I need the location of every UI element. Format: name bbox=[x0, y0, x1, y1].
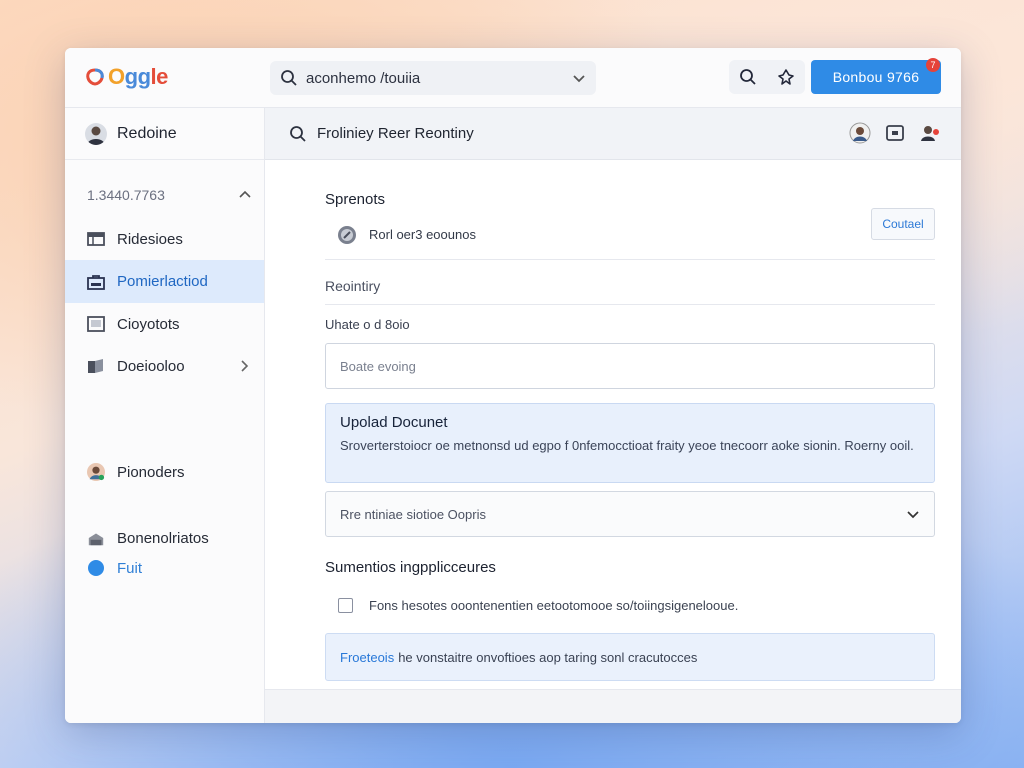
sidebar-item-label: Doeiooloo bbox=[117, 357, 185, 375]
content-area: Sprenots Rorl oer3 eoounos Coutael Reoin… bbox=[265, 191, 961, 681]
checkbox-label: Fons hesotes ooontenentien eetootomooe s… bbox=[369, 598, 739, 613]
chevron-right-icon[interactable] bbox=[238, 359, 250, 373]
logo-mark-icon bbox=[85, 67, 105, 87]
brand-logo[interactable]: Oggle bbox=[85, 64, 168, 90]
app-window: Oggle aconhemo /touiia Bonbou 9766 7 Red… bbox=[65, 48, 961, 723]
sidebar-item-label: Ridesioes bbox=[117, 230, 183, 248]
table-icon bbox=[87, 230, 105, 248]
group-title: Sumentios ingpplicceures bbox=[325, 559, 496, 576]
main-header: Froliniey Reer Reontiny bbox=[265, 108, 961, 160]
person-avatar-icon bbox=[87, 463, 105, 481]
chevron-down-icon[interactable] bbox=[572, 71, 586, 85]
header-actions bbox=[849, 122, 941, 144]
sidebar-item-label: Bonenolriatos bbox=[117, 529, 209, 547]
sidebar-item-ridesioes[interactable]: Ridesioes bbox=[65, 218, 264, 260]
sidebar-user[interactable]: Redoine bbox=[65, 108, 264, 160]
sidebar-link-label: Fuit bbox=[117, 559, 143, 577]
section-label: 1.3440.7763 bbox=[87, 187, 165, 203]
chevron-up-icon[interactable] bbox=[238, 188, 252, 202]
calendar-icon[interactable] bbox=[885, 123, 905, 143]
section-title: Sprenots bbox=[325, 191, 386, 208]
sidebar-item-bonenolriatos[interactable]: Bonenolriatos bbox=[65, 523, 264, 553]
sidebar-item-label: Pionoders bbox=[117, 463, 185, 481]
pin-icon[interactable] bbox=[777, 68, 795, 86]
gear-icon bbox=[337, 225, 357, 245]
brand-name: Oggle bbox=[108, 64, 168, 89]
upload-document-card[interactable]: Upolad Docunet Sroverterstoiocr oe metno… bbox=[325, 403, 935, 483]
text-input-field[interactable]: Boate evoing bbox=[325, 343, 935, 389]
blue-dot-icon bbox=[87, 559, 105, 577]
avatar bbox=[85, 122, 107, 145]
chevron-down-icon[interactable] bbox=[906, 507, 920, 521]
user-name: Redoine bbox=[117, 124, 177, 142]
sidebar-item-doeiooloo[interactable]: Doeiooloo bbox=[65, 345, 264, 387]
sidebar-item-label: Cioyotots bbox=[117, 315, 180, 333]
service-label: Rorl oer3 eoounos bbox=[369, 227, 476, 242]
briefcase-icon bbox=[87, 273, 105, 291]
options-select[interactable]: Rre ntiniae siotioe Oopris bbox=[325, 491, 935, 537]
checkbox-row: Fons hesotes ooontenentien eetootomooe s… bbox=[325, 598, 935, 613]
notice-link[interactable]: Froeteois bbox=[340, 650, 394, 665]
people-icon[interactable] bbox=[919, 122, 941, 144]
building-icon bbox=[87, 529, 105, 547]
contact-button[interactable]: Coutael bbox=[871, 208, 935, 240]
search-icon[interactable] bbox=[739, 68, 757, 86]
notice-text: he vonstaitre onvoftioes aop taring sonl… bbox=[398, 649, 698, 665]
card-title: Upolad Docunet bbox=[340, 414, 448, 431]
search-icon bbox=[280, 69, 298, 87]
toolbar-icon-group bbox=[729, 60, 805, 94]
page-title: Froliniey Reer Reontiny bbox=[317, 125, 474, 142]
sidebar-item-pomierlactiod[interactable]: Pomierlactiod bbox=[65, 260, 264, 303]
sidebar: Redoine 1.3440.7763 Ridesioes Pomierlact… bbox=[65, 108, 265, 723]
option-checkbox[interactable] bbox=[338, 598, 353, 613]
sidebar-link-fuit[interactable]: Fuit bbox=[65, 553, 264, 583]
primary-action-button[interactable]: Bonbou 9766 bbox=[811, 60, 941, 94]
field-label: Uhate o d 8oio bbox=[325, 317, 410, 332]
window-icon bbox=[87, 315, 105, 333]
sidebar-item-label: Pomierlactiod bbox=[117, 273, 208, 290]
search-input[interactable]: aconhemo /touiia bbox=[306, 70, 564, 87]
search-icon[interactable] bbox=[289, 125, 307, 143]
sidebar-item-pionoders[interactable]: Pionoders bbox=[65, 451, 264, 493]
card-description: Sroverterstoiocr oe metnonsd ud egpo f 0… bbox=[340, 438, 914, 453]
footer-strip bbox=[265, 689, 961, 723]
main-panel: Froliniey Reer Reontiny Sprenots Rorl oe… bbox=[265, 108, 961, 723]
service-row: Rorl oer3 eoounos Coutael bbox=[325, 208, 935, 260]
sidebar-section-header[interactable]: 1.3440.7763 bbox=[65, 172, 264, 218]
select-value: Rre ntiniae siotioe Oopris bbox=[340, 506, 486, 522]
user-avatar-icon[interactable] bbox=[849, 122, 871, 144]
global-search[interactable]: aconhemo /touiia bbox=[270, 61, 596, 95]
top-bar: Oggle aconhemo /touiia Bonbou 9766 7 bbox=[65, 48, 961, 108]
subsection-title: Reointiry bbox=[325, 278, 935, 305]
sidebar-item-cioyotots[interactable]: Cioyotots bbox=[65, 303, 264, 345]
notification-badge: 7 bbox=[926, 58, 940, 72]
files-icon bbox=[87, 357, 105, 375]
notice-banner: Froeteois he vonstaitre onvoftioes aop t… bbox=[325, 633, 935, 681]
